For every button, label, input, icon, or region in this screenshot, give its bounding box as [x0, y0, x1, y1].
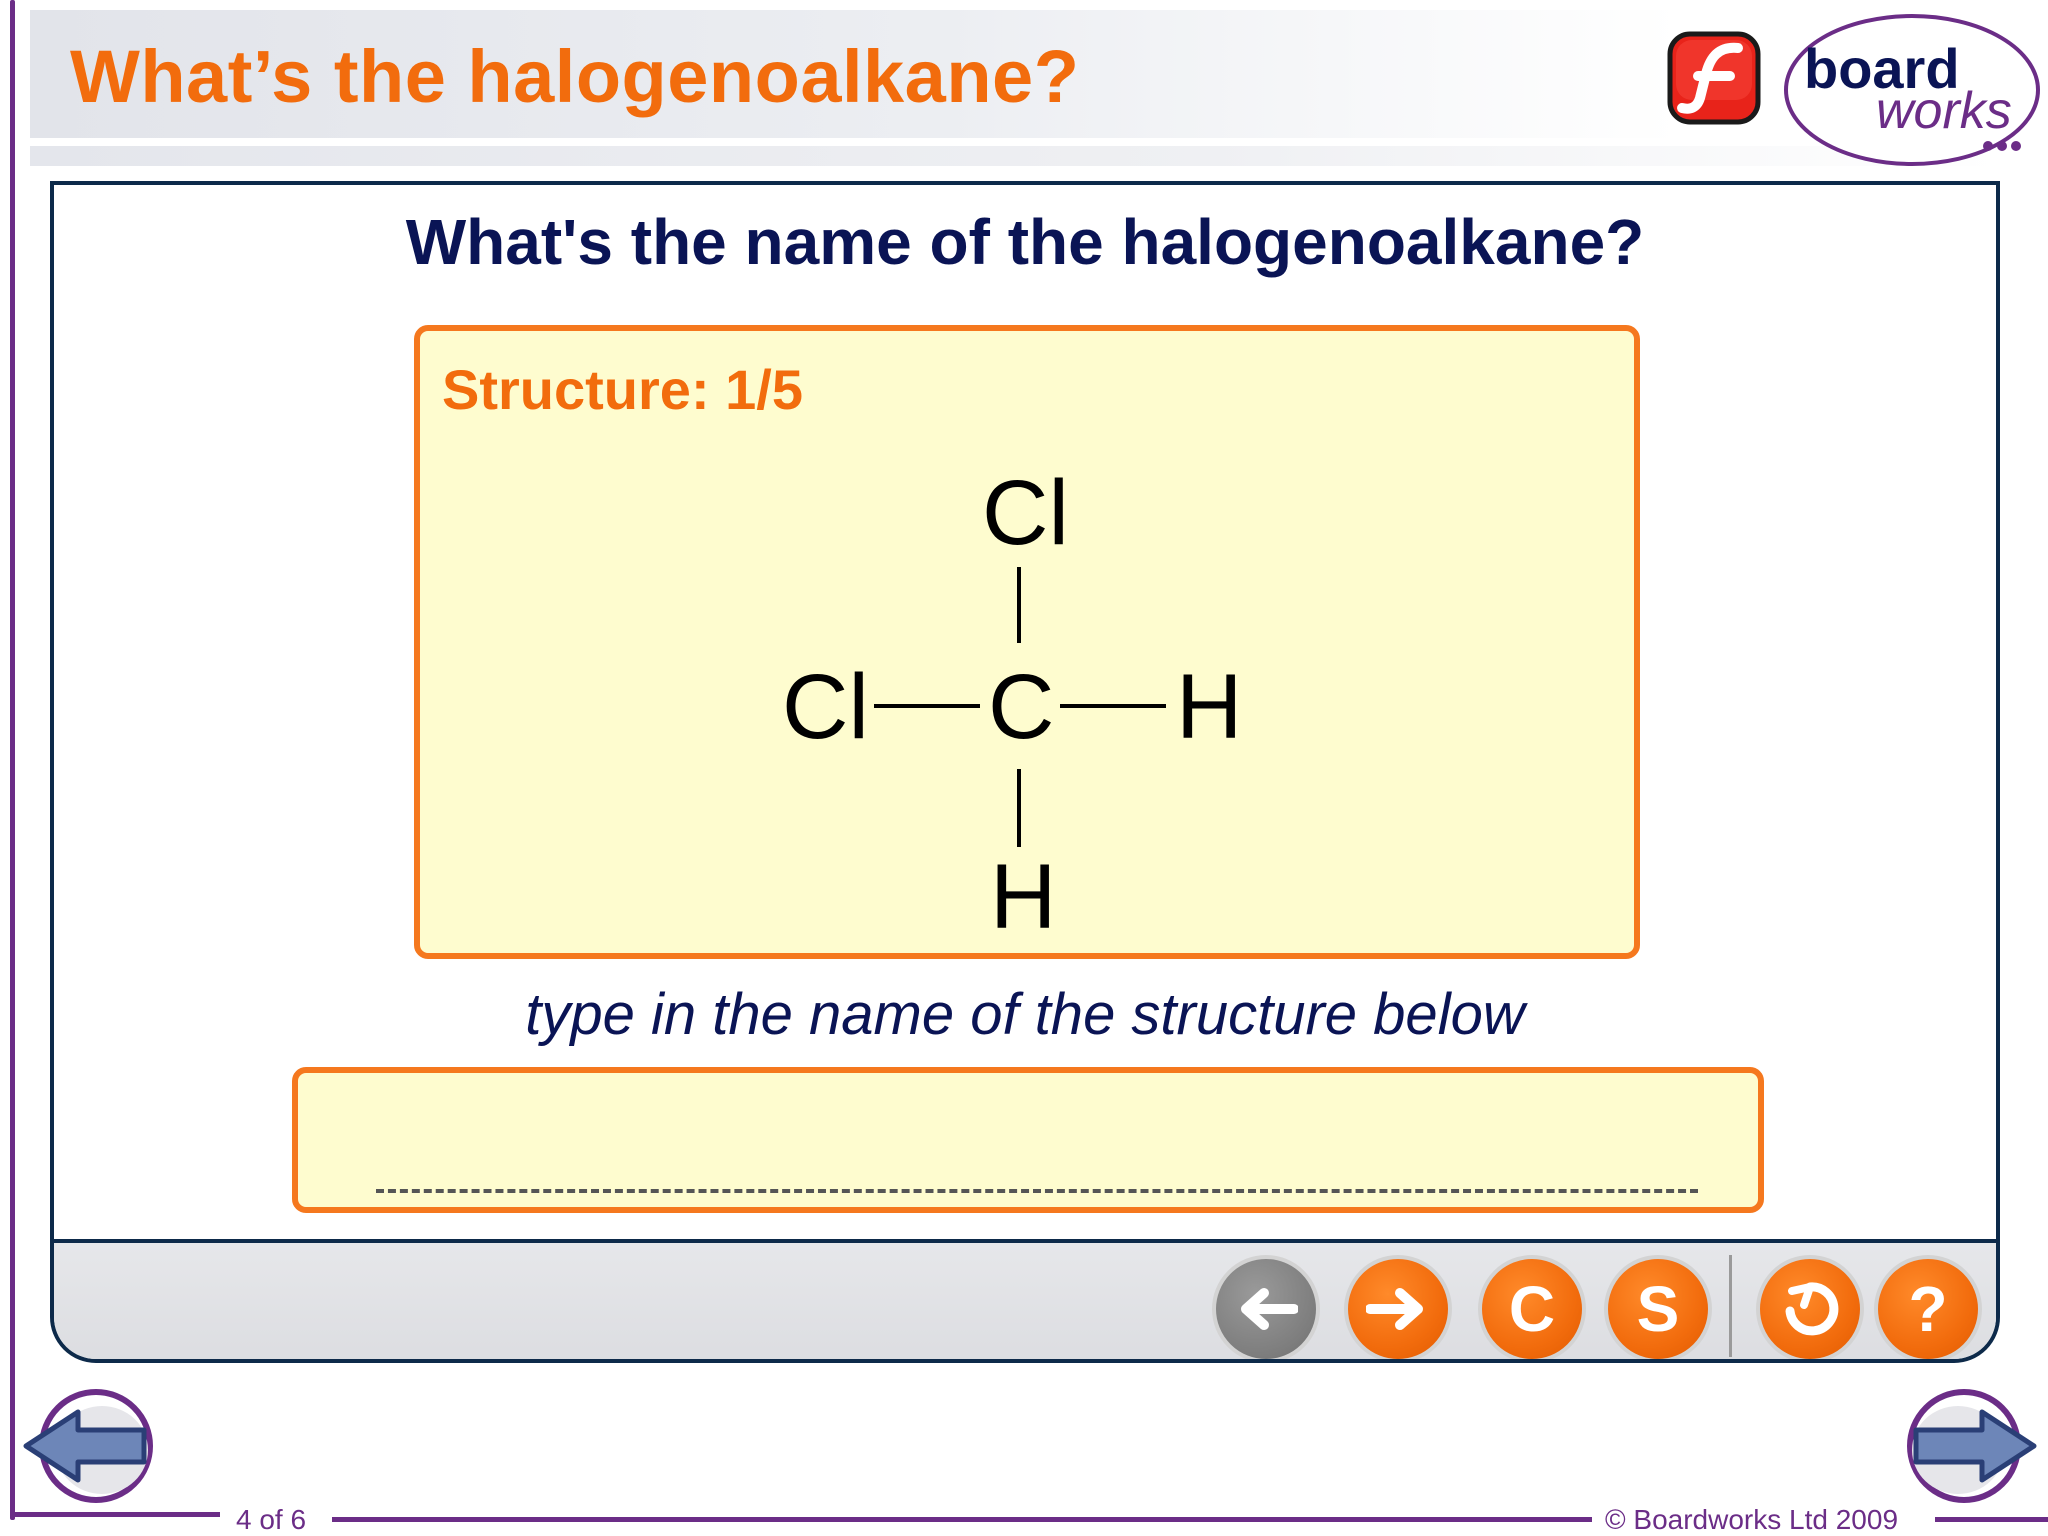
- header-underline: [30, 146, 2000, 166]
- answer-input[interactable]: [376, 1097, 1698, 1193]
- atom-center: C: [988, 656, 1055, 758]
- bottom-frame-line-right: [1935, 1517, 2048, 1522]
- bottom-frame-line-left: [10, 1512, 220, 1517]
- boardworks-logo-works: works: [1876, 82, 2012, 140]
- atom-left: Cl: [782, 656, 869, 758]
- atom-top: Cl: [982, 462, 1069, 564]
- structure-box: Structure: 1/5 Cl Cl C H H: [414, 325, 1640, 959]
- back-button[interactable]: [1212, 1255, 1320, 1359]
- help-button[interactable]: ?: [1874, 1255, 1982, 1359]
- reset-icon: [1785, 1282, 1839, 1336]
- atom-right: H: [1176, 656, 1243, 758]
- next-slide-arrow-icon[interactable]: [1898, 1386, 2038, 1506]
- bond-right: [1060, 704, 1166, 708]
- left-frame-line: [10, 0, 15, 1520]
- panel-question: What's the name of the halogenoalkane?: [405, 206, 1645, 278]
- instruction-text: type in the name of the structure below: [525, 982, 1525, 1047]
- boardworks-logo: board works: [1784, 14, 2040, 166]
- main-panel: What's the name of the halogenoalkane? S…: [50, 181, 2000, 1363]
- right-arrow-icon: [1366, 1288, 1423, 1330]
- answer-box: [292, 1067, 1764, 1213]
- toolbar: C S ?: [54, 1239, 1996, 1359]
- c-button[interactable]: C: [1478, 1255, 1586, 1359]
- page-counter: 4 of 6: [236, 1504, 307, 1535]
- page-title: What’s the halogenoalkane?: [70, 35, 1080, 118]
- toolbar-separator: [1729, 1255, 1732, 1357]
- left-arrow-icon: [1241, 1288, 1298, 1330]
- atom-bottom: H: [990, 846, 1057, 948]
- bond-bottom: [1017, 769, 1021, 847]
- bond-top: [1017, 567, 1021, 643]
- molecule-diagram: Cl Cl C H H: [420, 331, 1634, 953]
- reset-button[interactable]: [1756, 1255, 1864, 1359]
- bond-left: [874, 704, 980, 708]
- s-button[interactable]: S: [1604, 1255, 1712, 1359]
- flash-logo-icon: [1667, 31, 1761, 125]
- prev-slide-arrow-icon[interactable]: [22, 1386, 162, 1506]
- copyright-text: © Boardworks Ltd 2009: [1605, 1504, 1899, 1535]
- forward-button[interactable]: [1344, 1255, 1452, 1359]
- bottom-frame-line-middle: [332, 1517, 1592, 1522]
